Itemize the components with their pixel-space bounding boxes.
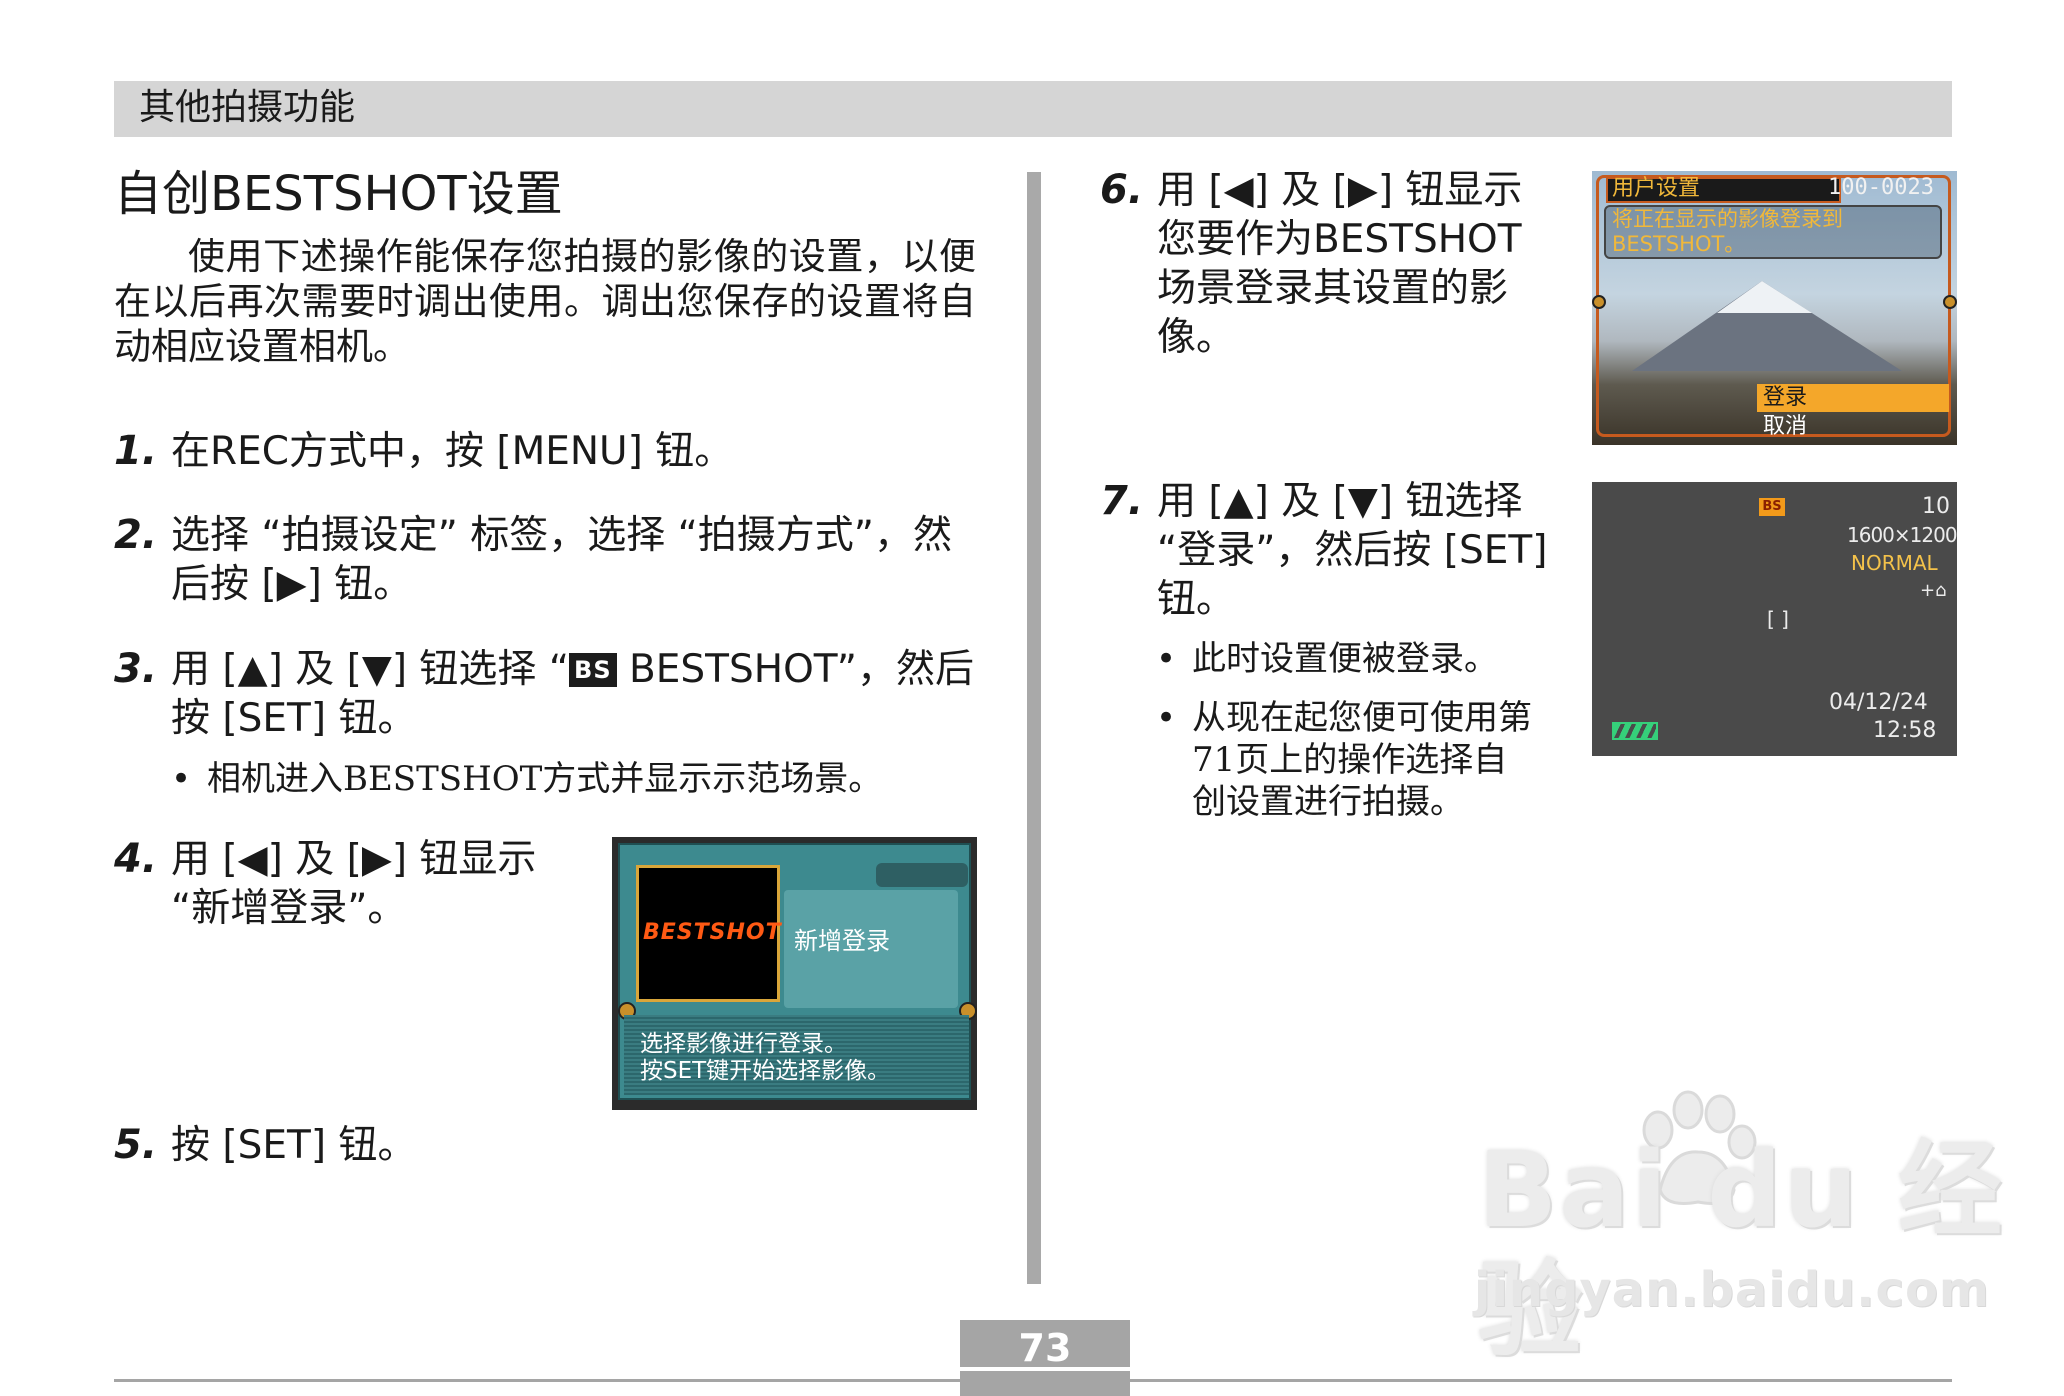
- flash-mode-icon: +⌂: [1920, 580, 1947, 601]
- section-header-band: [114, 81, 1952, 137]
- watermark-baidu: Bai du 经验: [1478, 1129, 2004, 1371]
- remaining-shots: 10: [1922, 494, 1950, 519]
- register-menu: 登录 取消: [1757, 384, 1949, 442]
- note-text: 从现在起您便可使用第71页上的操作选择自创设置进行拍摄。: [1192, 698, 1532, 822]
- screen-message: 选择影像进行登录。 按SET键开始选择影像。: [640, 1031, 891, 1084]
- step-text: 选择 “拍摄设定” 标签，选择 “拍摄方式”，然后按 [▶] 钮。: [171, 513, 953, 607]
- section-header: 其他拍摄功能: [139, 87, 356, 128]
- step-3: 3. 用 [▲] 及 [▼] 钮选择 “BS BESTSHOT”，然后按 [SE…: [114, 645, 984, 743]
- step-7-note-2: • 从现在起您便可使用第71页上的操作选择自创设置进行拍摄。: [1156, 697, 1541, 823]
- step-text: 用 [▲] 及 [▼] 钮选择 “BS BESTSHOT”，然后按 [SET] …: [171, 645, 984, 743]
- bullet-dot-icon: •: [1156, 698, 1177, 738]
- step-number: 5.: [114, 1122, 158, 1168]
- step-number: 7.: [1100, 478, 1144, 524]
- screen-panel: BESTSHOT 新增登录 选择影像进行登录。 按SET键开始选择影像。: [618, 843, 977, 1100]
- step-2: 2. 选择 “拍摄设定” 标签，选择 “拍摄方式”，然后按 [▶] 钮。: [114, 511, 984, 609]
- date-display: 04/12/24: [1829, 690, 1928, 715]
- step-text: 用 [◀] 及 [▶] 钮显示您要作为BESTSHOT场景登录其设置的影像。: [1157, 168, 1523, 360]
- arrow-right-icon: [1943, 295, 1957, 309]
- page-title: 自创BESTSHOT设置: [114, 166, 563, 222]
- screen-indicator: [876, 863, 968, 887]
- step-3-note: • 相机进入BESTSHOT方式并显示示范场景。: [171, 758, 991, 800]
- step-number: 2.: [114, 512, 158, 558]
- focus-frame-icon: [ ]: [1767, 607, 1789, 631]
- step-text: 在REC方式中，按 [MENU] 钮。: [171, 429, 734, 474]
- bestshot-mode-icon: BS: [569, 653, 617, 687]
- page-number: 73: [1018, 1326, 1072, 1370]
- step-text: 用 [▲] 及 [▼] 钮选择 “登录”，然后按 [SET] 钮。: [1157, 479, 1548, 622]
- bullet-dot-icon: •: [1156, 639, 1177, 679]
- camera-screen-user-settings: 用户设置 100-0023 将正在显示的影像登录到 BESTSHOT。 登录 取…: [1592, 171, 1957, 445]
- new-registration-label: 新增登录: [794, 927, 890, 955]
- step-1: 1. 在REC方式中，按 [MENU] 钮。: [114, 427, 984, 476]
- step-4: 4. 用 [◀] 及 [▶] 钮显示 “新增登录”。: [114, 835, 584, 933]
- register-option: 登录: [1757, 384, 1949, 412]
- column-divider: [1027, 172, 1041, 1284]
- step-number: 1.: [114, 428, 158, 474]
- screen-title: 用户设置: [1612, 176, 1701, 201]
- cancel-option: 取消: [1763, 414, 1808, 439]
- battery-icon: [1612, 722, 1658, 740]
- time-display: 12:58: [1873, 718, 1937, 743]
- step-number: 3.: [114, 646, 158, 692]
- note-text: 此时设置便被登录。: [1192, 639, 1498, 679]
- arrow-left-icon: [1592, 295, 1606, 309]
- camera-screen-new-registration: BESTSHOT 新增登录 选择影像进行登录。 按SET键开始选择影像。: [612, 837, 977, 1110]
- note-text: 相机进入BESTSHOT方式并显示示范场景。: [207, 759, 883, 799]
- step-6: 6. 用 [◀] 及 [▶] 钮显示您要作为BESTSHOT场景登录其设置的影像…: [1100, 166, 1550, 362]
- image-quality: NORMAL: [1851, 551, 1938, 575]
- bestshot-logo: BESTSHOT: [643, 920, 782, 945]
- step-text-part: 用 [▲] 及 [▼] 钮选择 “: [171, 647, 570, 692]
- step-text: 按 [SET] 钮。: [171, 1123, 417, 1168]
- bullet-dot-icon: •: [171, 759, 192, 799]
- step-5: 5. 按 [SET] 钮。: [114, 1121, 984, 1170]
- step-number: 6.: [1100, 167, 1144, 213]
- intro-paragraph: 使用下述操作能保存您拍摄的影像的设置，以便在以后再次需要时调出使用。调出您保存的…: [114, 235, 976, 368]
- camera-screen-recording: BS 10 1600×1200 NORMAL +⌂ [ ] 04/12/24 1…: [1592, 482, 1957, 756]
- bestshot-thumbnail: BESTSHOT: [636, 865, 782, 1002]
- step-7-note-1: • 此时设置便被登录。: [1156, 638, 1556, 680]
- step-7: 7. 用 [▲] 及 [▼] 钮选择 “登录”，然后按 [SET] 钮。: [1100, 477, 1555, 624]
- bestshot-mode-icon: BS: [1759, 498, 1785, 516]
- watermark-url: jingyan.baidu.com: [1474, 1262, 1990, 1318]
- file-number: 100-0023: [1828, 175, 1934, 200]
- step-number: 4.: [114, 836, 158, 882]
- screen-message: 将正在显示的影像登录到 BESTSHOT。: [1612, 207, 1843, 256]
- step-text: 用 [◀] 及 [▶] 钮显示 “新增登录”。: [171, 837, 537, 931]
- image-size: 1600×1200: [1847, 523, 1957, 547]
